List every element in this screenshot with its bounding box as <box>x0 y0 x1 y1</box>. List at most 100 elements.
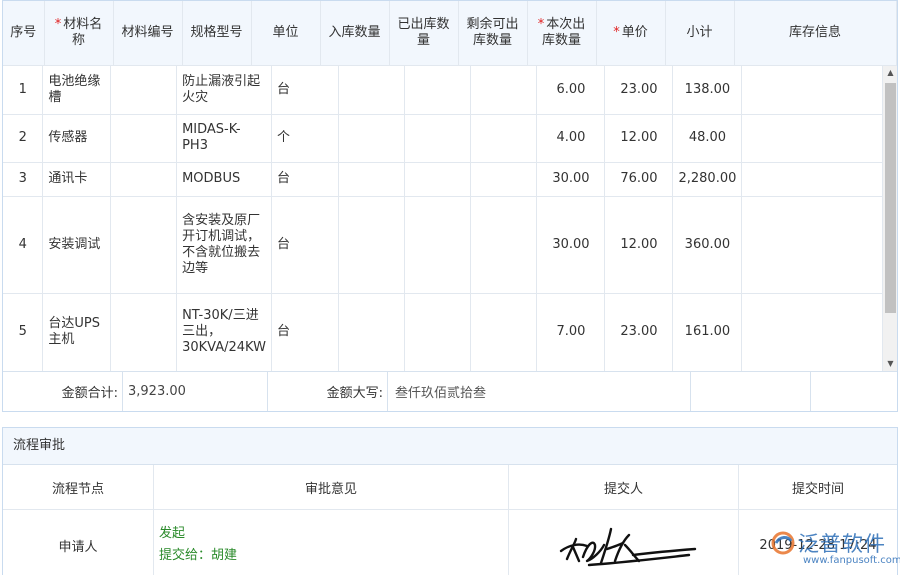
materials-table-body-viewport: 1 电池绝缘槽 防止漏液引起火灾 台 6.00 23.00 138.00 2 传… <box>3 66 883 371</box>
total-amount-value: 3,923.00 <box>123 372 268 411</box>
cell-stock <box>741 196 883 294</box>
cell-out-qty <box>404 196 472 294</box>
cell-code[interactable] <box>110 114 178 163</box>
total-amount-label: 金额合计: <box>3 372 123 411</box>
cell-price[interactable]: 76.00 <box>604 162 674 197</box>
table-row[interactable]: 5 台达UPS主机 NT-30K/三进三出，30KVA/24KW 台 7.00 … <box>3 293 883 371</box>
handwritten-signature-image <box>559 527 696 567</box>
cell-price[interactable]: 23.00 <box>604 293 674 371</box>
col-submitter: 提交人 <box>509 465 739 509</box>
col-name: * 材料名称 <box>44 1 114 66</box>
table-row[interactable]: 3 通讯卡 MODBUS 台 30.00 76.00 2,280.00 <box>3 162 883 197</box>
col-submit-time: 提交时间 <box>791 481 844 497</box>
summary-empty-cell <box>691 372 811 411</box>
cell-name[interactable]: 安装调试 <box>42 196 111 294</box>
watermark-logo: 泛普软件 www.fanpusoft.com <box>770 528 900 572</box>
cell-spec[interactable]: MIDAS-K-PH3 <box>176 114 272 163</box>
cell-unit[interactable]: 台 <box>271 293 339 371</box>
cell-this-qty[interactable]: 30.00 <box>536 162 606 197</box>
cell-subtotal: 2,280.00 <box>672 162 743 197</box>
opinion-line: 提交给：胡建 <box>159 548 238 563</box>
col-flow-node: 流程节点 <box>3 465 154 509</box>
cell-stock <box>741 162 883 197</box>
col-this-qty: * 本次出库数量 <box>527 1 597 66</box>
cell-price[interactable]: 23.00 <box>604 66 674 115</box>
cell-spec[interactable]: NT-30K/三进三出，30KVA/24KW <box>176 293 272 371</box>
cell-subtotal: 360.00 <box>672 196 743 294</box>
cell-seq: 3 <box>3 162 44 197</box>
cell-remain-qty <box>470 162 538 197</box>
cell-unit[interactable]: 个 <box>271 114 339 163</box>
submitter-signature <box>509 510 739 575</box>
opinion-line: 发起 <box>159 526 186 541</box>
scroll-down-arrow-icon[interactable]: ▼ <box>883 357 897 371</box>
cell-unit[interactable]: 台 <box>271 196 339 294</box>
cell-seq: 2 <box>3 114 44 163</box>
cell-stock <box>741 114 883 163</box>
brand-url: www.fanpusoft.com <box>803 555 900 566</box>
cell-code[interactable] <box>110 293 178 371</box>
cell-seq: 5 <box>3 293 44 371</box>
cell-stock <box>741 66 883 115</box>
cell-this-qty[interactable]: 30.00 <box>536 196 606 294</box>
flow-node-value: 申请人 <box>3 510 154 575</box>
cell-this-qty[interactable]: 6.00 <box>536 66 606 115</box>
cell-out-qty <box>404 293 472 371</box>
brand-name: 泛普软件 <box>798 532 886 556</box>
cell-seq: 1 <box>3 66 44 115</box>
brand-logo-icon <box>771 531 795 555</box>
cell-name[interactable]: 台达UPS主机 <box>42 293 111 371</box>
cell-name[interactable]: 电池绝缘槽 <box>42 66 111 115</box>
cell-subtotal: 48.00 <box>672 114 743 163</box>
vertical-scrollbar[interactable]: ▲ ▼ <box>883 66 897 371</box>
cell-unit[interactable]: 台 <box>271 66 339 115</box>
col-spec: 规格型号 <box>182 1 252 66</box>
cell-spec[interactable]: 含安装及原厂开订机调试，不含就位搬去边等 <box>176 196 272 294</box>
cell-price[interactable]: 12.00 <box>604 196 674 294</box>
approval-row: 申请人 发起 提交给：胡建 2019-12-28 17:24 <box>3 510 897 575</box>
cell-name[interactable]: 传感器 <box>42 114 111 163</box>
cell-code[interactable] <box>110 196 178 294</box>
cell-remain-qty <box>470 293 538 371</box>
cell-this-qty[interactable]: 4.00 <box>536 114 606 163</box>
col-remain-qty: 剩余可出库数量 <box>458 1 528 66</box>
cell-unit[interactable]: 台 <box>271 162 339 197</box>
cell-in-qty <box>338 66 406 115</box>
approval-opinion-value: 发起 提交给：胡建 <box>154 510 509 575</box>
col-unit: 单位 <box>251 1 321 66</box>
cell-code[interactable] <box>110 162 178 197</box>
cell-spec[interactable]: 防止漏液引起火灾 <box>176 66 272 115</box>
approval-flow-panel: 流程审批 流程节点 审批意见 提交人 提交时间 申请人 发起 提交给：胡建 20… <box>2 427 898 575</box>
table-row[interactable]: 2 传感器 MIDAS-K-PH3 个 4.00 12.00 48.00 <box>3 114 883 163</box>
scroll-up-arrow-icon[interactable]: ▲ <box>883 66 897 80</box>
col-stock: 库存信息 <box>734 1 897 66</box>
summary-empty-cell <box>811 372 897 411</box>
cell-remain-qty <box>470 66 538 115</box>
table-row[interactable]: 4 安装调试 含安装及原厂开订机调试，不含就位搬去边等 台 30.00 12.0… <box>3 196 883 294</box>
table-row[interactable]: 1 电池绝缘槽 防止漏液引起火灾 台 6.00 23.00 138.00 <box>3 66 883 115</box>
materials-table-header: 序号 * 材料名称 材料编号 规格型号 单位 入库数量 已出库数量 剩余可出库数量… <box>3 1 897 66</box>
cell-in-qty <box>338 293 406 371</box>
amount-in-words-value: 叁仟玖佰贰拾叁 <box>388 372 691 411</box>
col-seq: 序号 <box>3 1 45 66</box>
col-code: 材料编号 <box>113 1 183 66</box>
approval-flow-title: 流程审批 <box>3 428 897 465</box>
cell-subtotal: 138.00 <box>672 66 743 115</box>
cell-out-qty <box>404 66 472 115</box>
required-mark: * <box>613 24 620 40</box>
cell-in-qty <box>338 162 406 197</box>
cell-remain-qty <box>470 114 538 163</box>
cell-name[interactable]: 通讯卡 <box>42 162 111 197</box>
cell-spec[interactable]: MODBUS <box>176 162 272 197</box>
cell-price[interactable]: 12.00 <box>604 114 674 163</box>
cell-in-qty <box>338 114 406 163</box>
summary-row: 金额合计: 3,923.00 金额大写: 叁仟玖佰贰拾叁 <box>3 371 897 411</box>
cell-code[interactable] <box>110 66 178 115</box>
materials-table-body: 1 电池绝缘槽 防止漏液引起火灾 台 6.00 23.00 138.00 2 传… <box>3 66 883 371</box>
materials-grid: 序号 * 材料名称 材料编号 规格型号 单位 入库数量 已出库数量 剩余可出库数量… <box>2 0 898 412</box>
cell-remain-qty <box>470 196 538 294</box>
cell-this-qty[interactable]: 7.00 <box>536 293 606 371</box>
scrollbar-thumb[interactable] <box>885 83 896 313</box>
required-mark: * <box>537 16 545 32</box>
col-price: * 单价 <box>596 1 666 66</box>
